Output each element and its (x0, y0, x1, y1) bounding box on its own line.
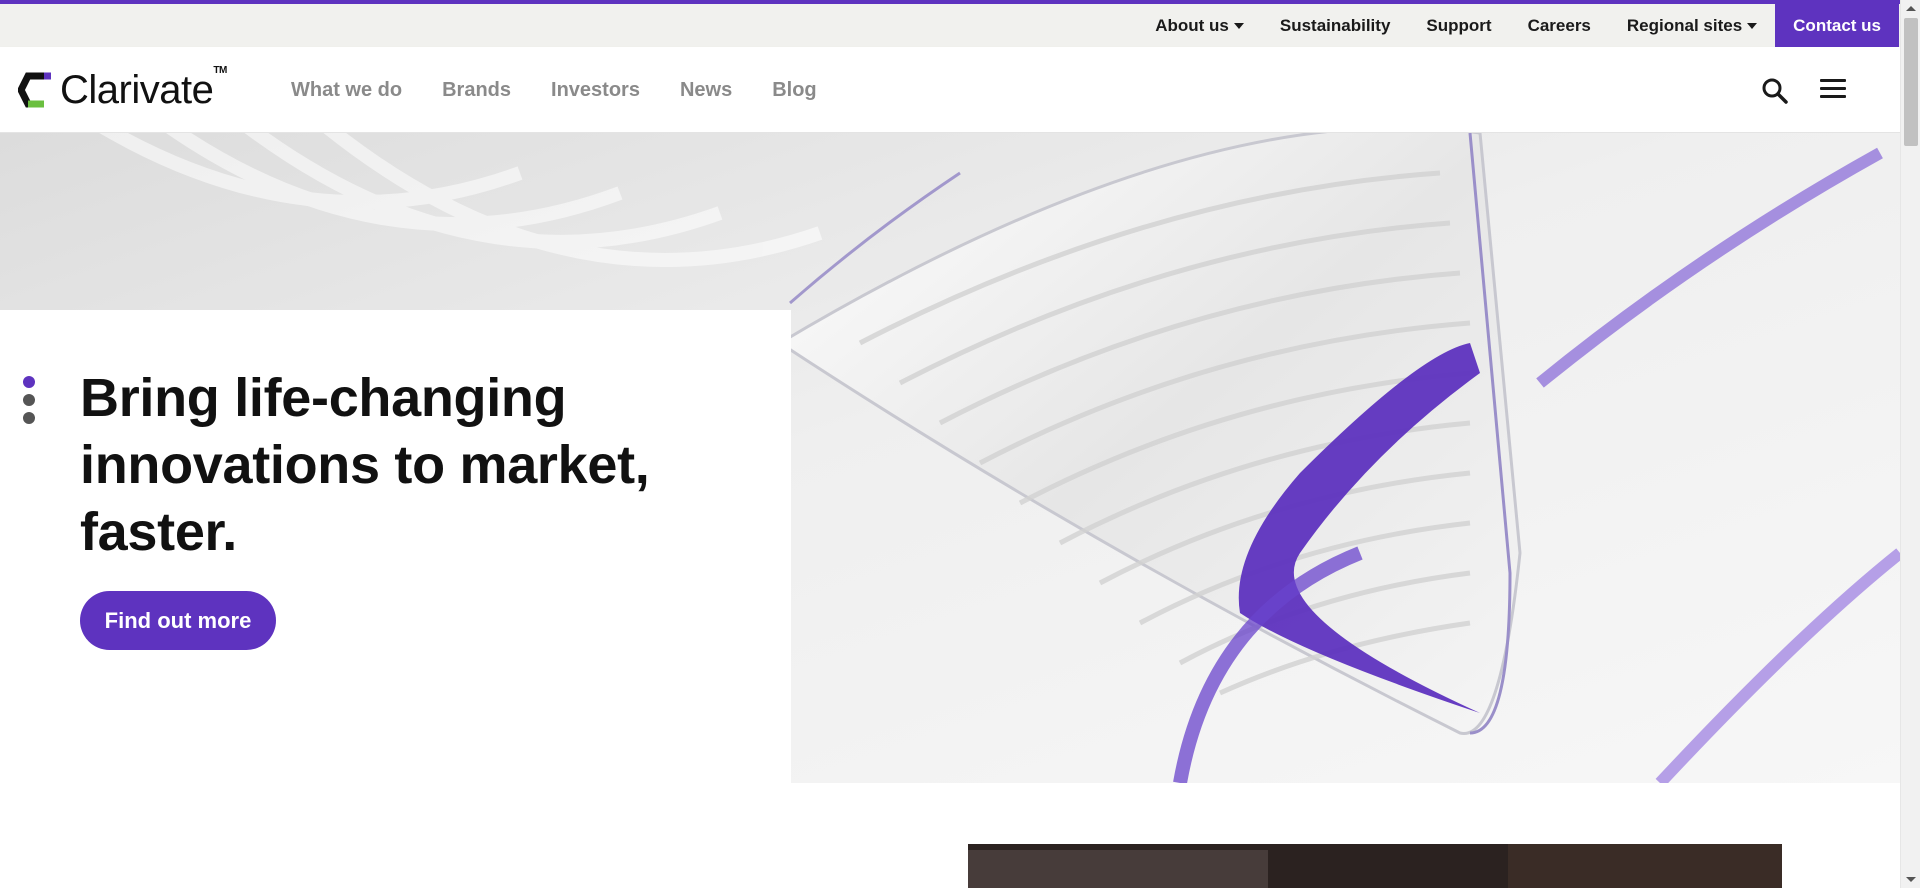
search-icon (1762, 78, 1788, 104)
logo-trademark: TM (213, 65, 227, 76)
scroll-down-arrow-icon[interactable] (1906, 877, 1916, 882)
utility-link-label: About us (1155, 15, 1229, 35)
utility-link-label: Careers (1527, 15, 1591, 35)
caret-down-icon (1233, 22, 1244, 29)
main-header: ClarivateTM What we do Brands Investors … (0, 47, 1900, 133)
utility-link-label: Sustainability (1279, 15, 1391, 35)
page-scrollbar[interactable] (1900, 0, 1920, 888)
media-card-image (968, 844, 1782, 888)
logo-text: Clarivate (60, 68, 214, 112)
utility-link-label: Regional sites (1626, 15, 1743, 35)
utility-link-regional-sites[interactable]: Regional sites (1626, 15, 1758, 36)
nav-item-brands[interactable]: Brands (442, 79, 511, 102)
caret-down-icon (1747, 22, 1758, 29)
nav-item-investors[interactable]: Investors (551, 79, 640, 102)
hero-headline: Bring life-changing innovations to marke… (80, 368, 650, 562)
contact-us-button[interactable]: Contact us (1775, 4, 1899, 47)
search-button[interactable] (1760, 76, 1790, 106)
utility-bar: About us Sustainability Support Careers … (0, 4, 1900, 47)
scroll-up-arrow-icon[interactable] (1906, 6, 1916, 11)
hamburger-menu-icon (1820, 79, 1846, 82)
clarivate-logo[interactable]: ClarivateTM (18, 66, 227, 113)
main-nav: What we do Brands Investors News Blog (291, 47, 857, 133)
nav-item-what-we-do[interactable]: What we do (291, 79, 402, 102)
media-card-photo (968, 844, 1782, 888)
hamburger-menu-icon-bar (1820, 87, 1846, 90)
carousel-dot-3[interactable] (23, 412, 35, 424)
nav-item-news[interactable]: News (680, 79, 732, 102)
carousel-dot-1[interactable] (23, 376, 35, 388)
find-out-more-button[interactable]: Find out more (80, 591, 276, 650)
utility-link-about-us[interactable]: About us (1155, 16, 1244, 36)
carousel-dots (23, 376, 35, 430)
utility-link-careers[interactable]: Careers (1528, 16, 1591, 36)
hamburger-menu-icon-bar (1820, 95, 1846, 98)
clarivate-logo-mark-icon (18, 72, 51, 108)
carousel-dot-2[interactable] (23, 394, 35, 406)
utility-nav: About us Sustainability Support Careers … (1155, 4, 1899, 47)
utility-link-support[interactable]: Support (1426, 16, 1491, 36)
utility-link-sustainability[interactable]: Sustainability (1280, 16, 1391, 36)
utility-link-label: Support (1426, 15, 1492, 35)
scrollbar-thumb[interactable] (1904, 18, 1918, 146)
hamburger-menu-button[interactable] (1820, 79, 1846, 101)
nav-item-blog[interactable]: Blog (772, 79, 816, 102)
logo-wordmark: ClarivateTM (60, 66, 227, 112)
